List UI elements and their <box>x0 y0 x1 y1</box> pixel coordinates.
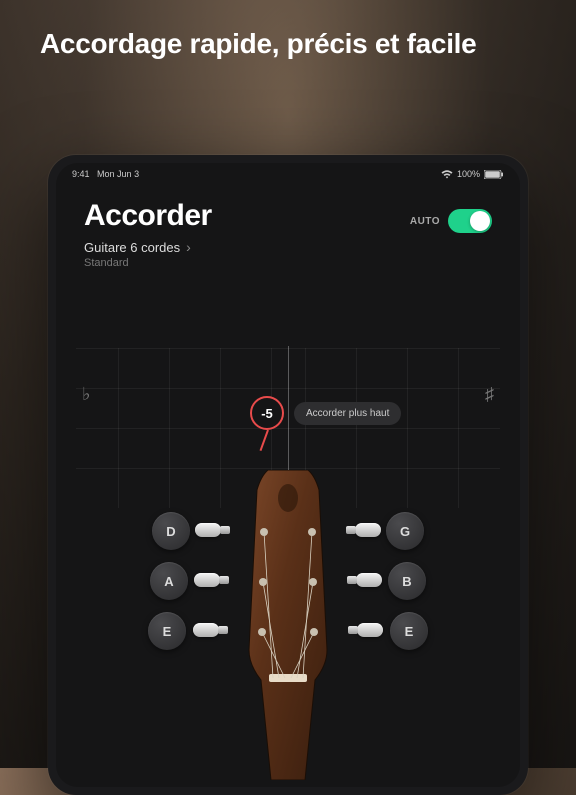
string-button-e-high[interactable]: E <box>390 612 428 650</box>
tuning-peg-icon <box>194 573 220 587</box>
tuning-peg-icon <box>355 523 381 537</box>
instrument-name: Guitare 6 cordes <box>84 240 180 255</box>
cents-value: -5 <box>261 406 273 421</box>
app-screen: 9:41 Mon Jun 3 100% Accorder AUTO <box>56 163 520 787</box>
tuning-name: Standard <box>56 255 520 269</box>
string-button-b[interactable]: B <box>388 562 426 600</box>
string-button-e-low[interactable]: E <box>148 612 186 650</box>
ipad-frame: 9:41 Mon Jun 3 100% Accorder AUTO <box>48 155 528 795</box>
sharp-icon: ♯ <box>485 384 494 405</box>
tuner-area: ♭ ♯ -5 Accorder plus haut <box>56 348 520 787</box>
toggle-knob <box>470 211 490 231</box>
guitar-headstock <box>213 470 363 780</box>
string-button-a[interactable]: A <box>150 562 188 600</box>
flat-icon: ♭ <box>82 384 91 405</box>
tuning-peg-icon <box>195 523 221 537</box>
status-bar: 9:41 Mon Jun 3 100% <box>56 163 520 183</box>
instrument-selector[interactable]: Guitare 6 cordes › <box>56 237 520 255</box>
tuning-hint: Accorder plus haut <box>294 402 401 425</box>
auto-label: AUTO <box>410 216 440 227</box>
cents-badge: -5 <box>250 396 284 430</box>
tuning-peg-icon <box>193 623 219 637</box>
marketing-headline: Accordage rapide, précis et facile <box>40 28 556 60</box>
tuning-peg-icon <box>356 573 382 587</box>
string-button-g[interactable]: G <box>386 512 424 550</box>
battery-icon <box>484 170 504 179</box>
string-button-d[interactable]: D <box>152 512 190 550</box>
auto-toggle[interactable] <box>448 209 492 233</box>
status-date: Mon Jun 3 <box>97 169 139 179</box>
chevron-right-icon: › <box>186 239 191 255</box>
pitch-indicator: -5 Accorder plus haut <box>250 396 401 430</box>
page-title: Accorder <box>84 199 212 233</box>
status-time: 9:41 <box>72 169 90 179</box>
status-battery-text: 100% <box>457 169 480 179</box>
wifi-icon <box>441 170 453 179</box>
tuning-peg-icon <box>357 623 383 637</box>
